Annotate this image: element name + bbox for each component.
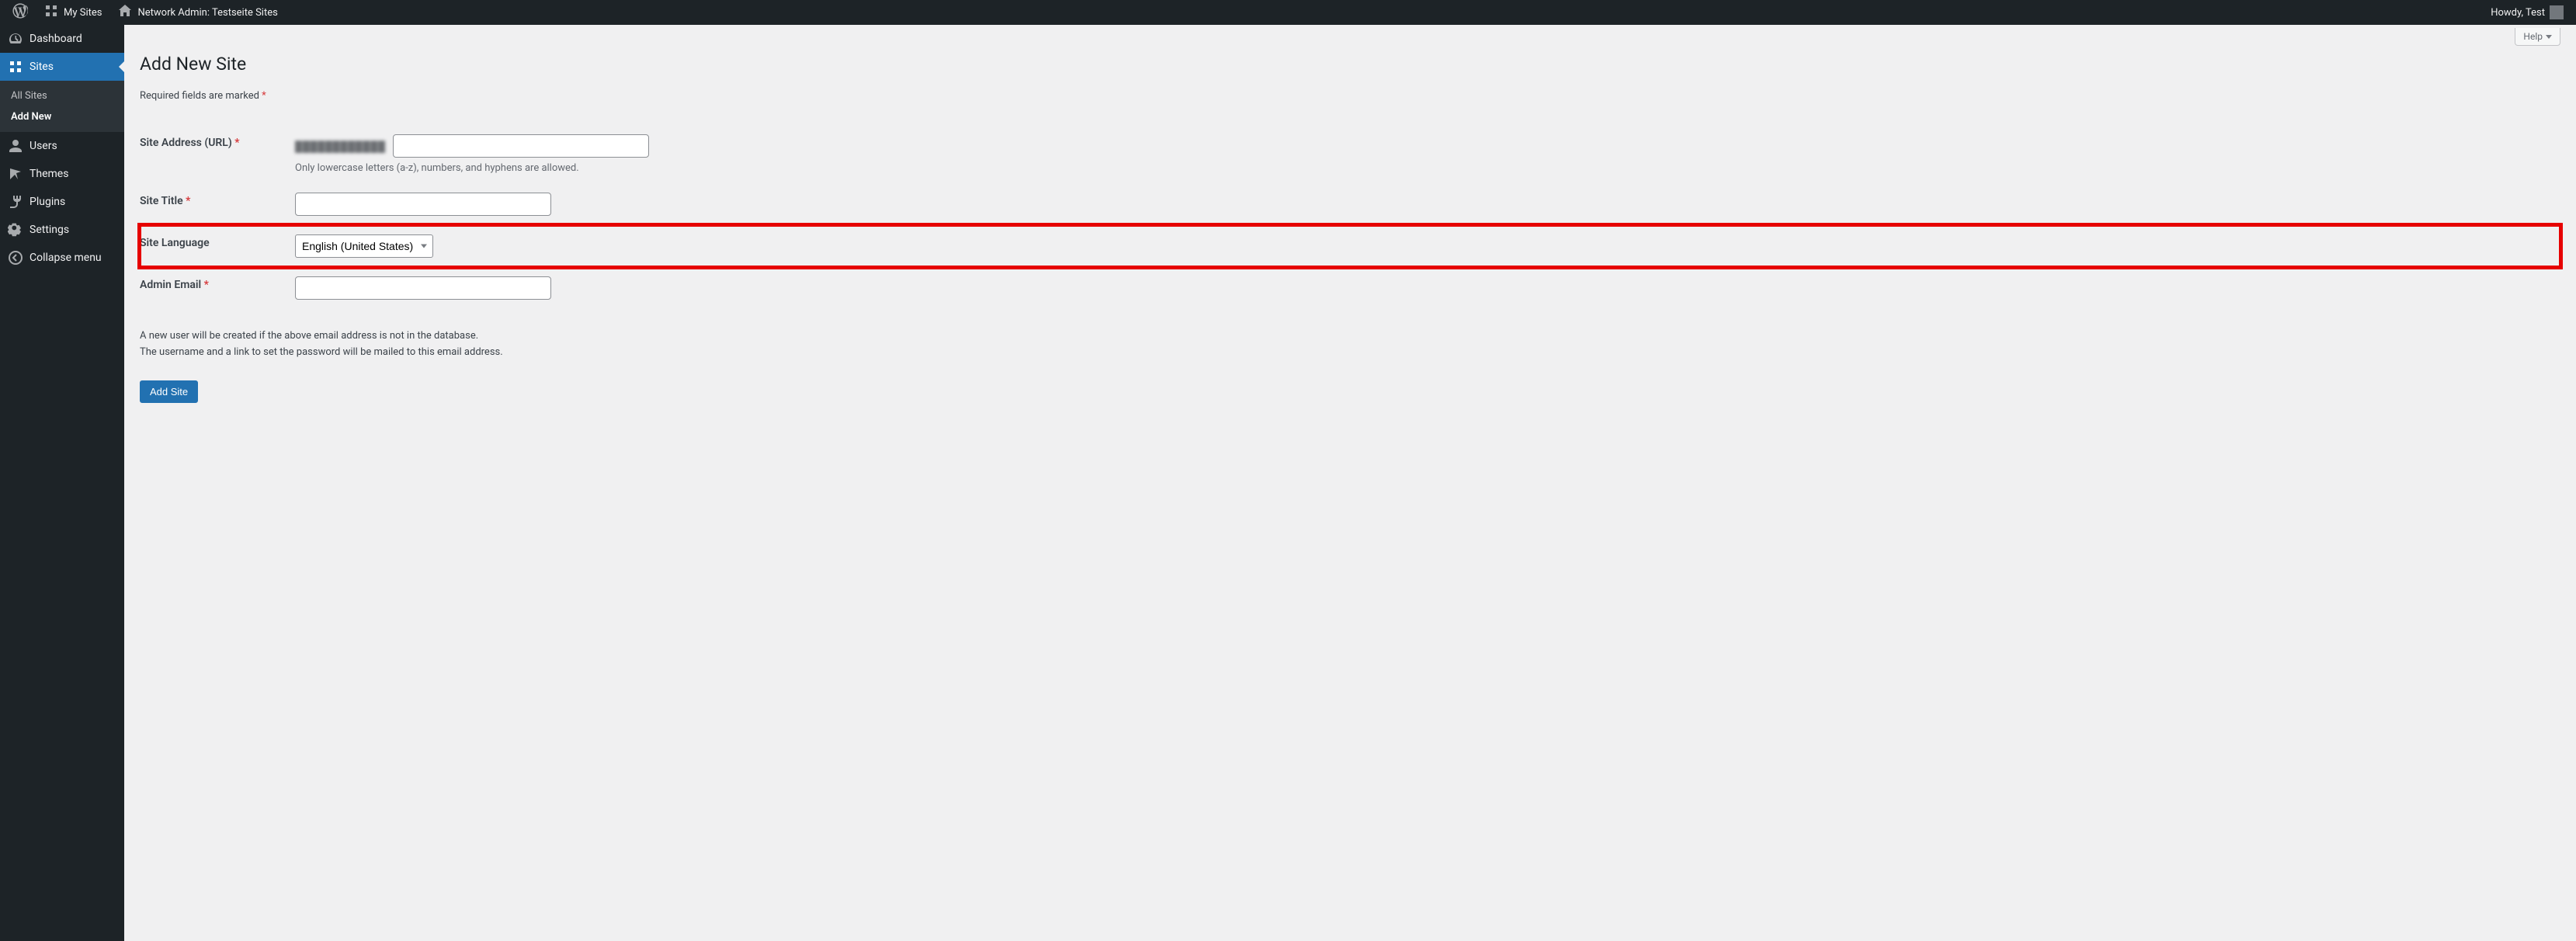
label-site-address: Site Address (URL) * xyxy=(140,125,295,183)
sites-icon xyxy=(43,3,59,22)
network-admin-label: Network Admin: Testseite Sites xyxy=(137,7,277,19)
admin-bar: My Sites Network Admin: Testseite Sites … xyxy=(0,0,2576,25)
sidebar-item-dashboard[interactable]: Dashboard xyxy=(0,25,124,53)
wordpress-icon xyxy=(12,3,28,22)
main-content: Help Add New Site Required fields are ma… xyxy=(124,25,2576,941)
sidebar-item-add-new[interactable]: Add New xyxy=(0,106,124,127)
my-sites-label: My Sites xyxy=(64,7,102,19)
sidebar-item-all-sites[interactable]: All Sites xyxy=(0,85,124,106)
plugins-icon xyxy=(8,194,23,210)
admin-sidebar: Dashboard Sites All Sites Add New Users … xyxy=(0,25,124,941)
settings-icon xyxy=(8,222,23,238)
collapse-label: Collapse menu xyxy=(30,252,102,264)
help-toggle[interactable]: Help xyxy=(2515,28,2560,46)
sidebar-label-dashboard: Dashboard xyxy=(30,33,82,45)
network-admin-link[interactable]: Network Admin: Testseite Sites xyxy=(111,0,283,25)
required-note: Required fields are marked * xyxy=(140,90,2560,102)
themes-icon xyxy=(8,166,23,182)
site-address-prefix: ████████████ xyxy=(295,141,386,153)
sidebar-item-users[interactable]: Users xyxy=(0,132,124,160)
chevron-down-icon xyxy=(2546,35,2552,39)
email-note: A new user will be created if the above … xyxy=(140,328,2560,361)
wordpress-logo[interactable] xyxy=(6,0,34,25)
sidebar-label-users: Users xyxy=(30,140,57,152)
site-address-description: Only lowercase letters (a-z), numbers, a… xyxy=(295,162,2553,174)
dashboard-icon xyxy=(8,31,23,47)
site-address-input[interactable] xyxy=(393,134,649,158)
users-icon xyxy=(8,138,23,154)
sidebar-item-settings[interactable]: Settings xyxy=(0,216,124,244)
collapse-menu[interactable]: Collapse menu xyxy=(0,244,124,272)
label-site-language: Site Language xyxy=(140,225,295,267)
required-asterisk: * xyxy=(262,90,266,102)
row-admin-email: Admin Email * xyxy=(140,267,2560,309)
my-sites-link[interactable]: My Sites xyxy=(37,0,108,25)
admin-email-input[interactable] xyxy=(295,276,551,300)
avatar xyxy=(2550,5,2564,19)
sidebar-label-themes: Themes xyxy=(30,168,68,180)
sidebar-item-themes[interactable]: Themes xyxy=(0,160,124,188)
site-language-select[interactable]: English (United States) xyxy=(295,234,433,258)
sidebar-item-sites[interactable]: Sites xyxy=(0,53,124,81)
label-site-title: Site Title * xyxy=(140,183,295,225)
sidebar-label-settings: Settings xyxy=(30,224,69,236)
help-label: Help xyxy=(2523,31,2543,42)
page-title: Add New Site xyxy=(140,54,2560,75)
sidebar-item-plugins[interactable]: Plugins xyxy=(0,188,124,216)
account-link[interactable]: Howdy, Test xyxy=(2484,0,2570,25)
collapse-icon xyxy=(8,250,23,266)
howdy-text: Howdy, Test xyxy=(2491,7,2545,19)
sites-icon xyxy=(8,59,23,75)
sidebar-label-plugins: Plugins xyxy=(30,196,65,208)
site-title-input[interactable] xyxy=(295,193,551,216)
form-table: Site Address (URL) * ████████████ Only l… xyxy=(140,125,2560,309)
add-site-button[interactable]: Add Site xyxy=(140,380,198,403)
row-site-address: Site Address (URL) * ████████████ Only l… xyxy=(140,125,2560,183)
sidebar-sites-submenu: All Sites Add New xyxy=(0,81,124,132)
home-icon xyxy=(117,3,133,22)
sidebar-label-sites: Sites xyxy=(30,61,54,73)
row-site-title: Site Title * xyxy=(140,183,2560,225)
row-site-language: Site Language English (United States) xyxy=(140,225,2560,267)
label-admin-email: Admin Email * xyxy=(140,267,295,309)
